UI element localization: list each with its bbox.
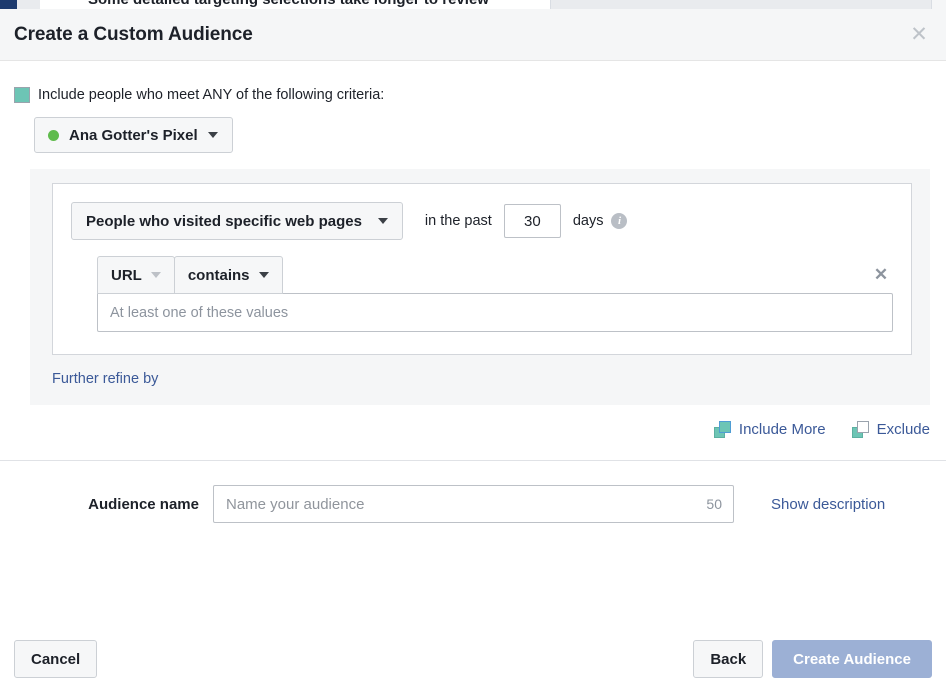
retention-prefix-label: in the past	[424, 213, 492, 229]
stacked-squares-hollow-icon	[851, 421, 869, 438]
url-condition: URL contains ✕	[97, 256, 893, 332]
footer-primary-actions: Back Create Audience	[693, 640, 932, 678]
retention-days-input[interactable]	[503, 204, 561, 238]
back-button[interactable]: Back	[693, 640, 764, 678]
background-page-bleed: Some detailed targeting selections take …	[0, 0, 946, 9]
condition-field-dropdown[interactable]: URL	[97, 256, 175, 294]
audience-name-label: Audience name	[88, 495, 199, 513]
condition-field-label: URL	[111, 266, 142, 284]
condition-operator-dropdown[interactable]: contains	[173, 256, 283, 294]
audience-name-row: Audience name 50 Show description	[0, 461, 946, 523]
condition-selectors: URL contains ✕	[97, 256, 893, 294]
exclude-button[interactable]: Exclude	[851, 421, 930, 438]
background-accent-bar	[0, 0, 17, 9]
rule-event-row: People who visited specific web pages in…	[71, 202, 893, 240]
pixel-source-name: Ana Gotter's Pixel	[69, 126, 198, 144]
panel-actions: Include More Exclude	[0, 405, 946, 438]
event-type-label: People who visited specific web pages	[86, 212, 362, 230]
dialog-body: Include people who meet ANY of the follo…	[0, 61, 946, 692]
chevron-down-icon	[258, 272, 269, 278]
chevron-down-icon	[377, 218, 388, 224]
rules-panel: People who visited specific web pages in…	[30, 169, 930, 405]
stacked-squares-filled-icon	[713, 421, 731, 438]
background-notice-text: Some detailed targeting selections take …	[88, 0, 489, 9]
retention-suffix-label: days	[572, 213, 604, 229]
info-icon[interactable]: i	[611, 213, 628, 229]
pixel-selector-row: Ana Gotter's Pixel	[0, 103, 946, 153]
cancel-button[interactable]: Cancel	[14, 640, 98, 678]
include-swatch-icon	[14, 87, 30, 103]
exclude-label: Exclude	[876, 421, 930, 438]
dialog-footer: Cancel Back Create Audience	[0, 626, 946, 692]
background-card: Some detailed targeting selections take …	[40, 0, 551, 9]
include-more-button[interactable]: Include More	[713, 421, 826, 438]
rule-card: People who visited specific web pages in…	[52, 183, 912, 355]
condition-values-input[interactable]	[97, 293, 893, 332]
chevron-down-icon	[150, 272, 161, 278]
include-criteria-label: Include people who meet ANY of the follo…	[38, 87, 385, 103]
further-refine-link[interactable]: Further refine by	[52, 371, 158, 387]
pixel-source-dropdown[interactable]: Ana Gotter's Pixel	[34, 117, 233, 153]
close-icon[interactable]: ✕	[906, 22, 932, 48]
include-criteria-header: Include people who meet ANY of the follo…	[0, 61, 946, 103]
event-type-dropdown[interactable]: People who visited specific web pages	[71, 202, 403, 240]
dialog-header: Create a Custom Audience ✕	[0, 9, 946, 61]
audience-name-input[interactable]	[213, 485, 734, 523]
include-more-label: Include More	[738, 421, 826, 438]
background-right-rail	[931, 0, 946, 9]
chevron-down-icon	[207, 132, 218, 138]
create-custom-audience-dialog: Create a Custom Audience ✕ Include peopl…	[0, 9, 946, 692]
create-audience-button[interactable]: Create Audience	[772, 640, 932, 678]
remove-condition-icon[interactable]: ✕	[869, 256, 893, 294]
pixel-status-dot-icon	[48, 129, 59, 141]
audience-name-field: 50	[213, 485, 734, 523]
condition-operator-label: contains	[187, 266, 250, 284]
dialog-title: Create a Custom Audience	[14, 23, 253, 45]
show-description-link[interactable]: Show description	[771, 496, 885, 513]
